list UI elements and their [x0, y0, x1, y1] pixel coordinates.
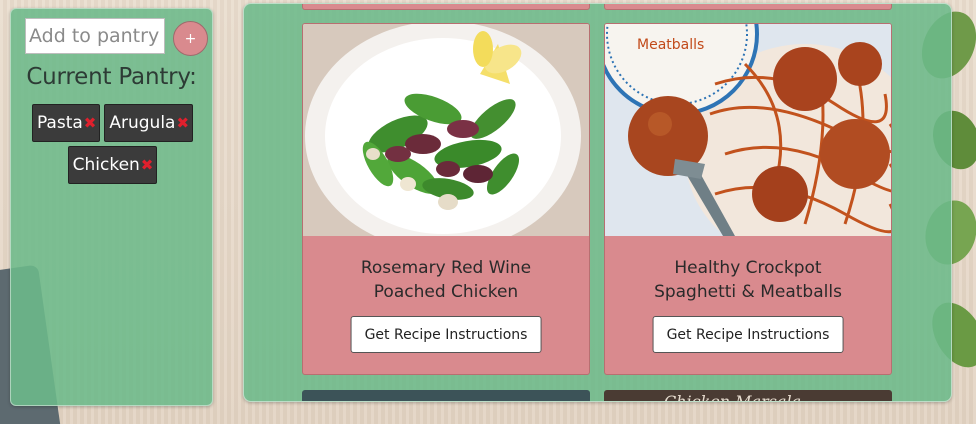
pantry-chip[interactable]: Pasta ✖ — [31, 104, 101, 142]
pantry-chip-label: Arugula — [109, 113, 176, 133]
pantry-chip[interactable]: Arugula ✖ — [104, 104, 194, 142]
recipe-card: Meatballs Healthy Crockpot Spaghetti & M… — [604, 23, 892, 375]
recipe-card: Rosemary Red Wine Poached Chicken Get Re… — [302, 23, 590, 375]
recipe-card-partial — [302, 390, 590, 401]
recipe-card-partial — [302, 4, 590, 10]
recipe-image: Meatballs — [605, 24, 891, 236]
recipe-title: Healthy Crockpot Spaghetti & Meatballs — [654, 258, 842, 302]
get-recipe-button[interactable]: Get Recipe Instructions — [350, 316, 542, 353]
image-caption: Chicken Marsala — [664, 392, 801, 402]
remove-icon[interactable]: ✖ — [176, 114, 189, 132]
image-caption: Meatballs — [637, 37, 704, 53]
recipe-image — [303, 24, 589, 236]
pantry-chip-label: Chicken — [72, 155, 140, 175]
pantry-chip[interactable]: Chicken ✖ — [67, 146, 158, 184]
add-pantry-item-button[interactable]: + — [173, 21, 208, 56]
recipe-card-partial: Chicken Marsala — [604, 390, 892, 402]
pantry-input[interactable] — [25, 18, 165, 54]
get-recipe-button[interactable]: Get Recipe Instructions — [652, 316, 844, 353]
recipe-card-partial — [604, 4, 892, 10]
pantry-title: Current Pantry: — [26, 64, 197, 90]
pantry-sidebar: + Current Pantry: Pasta ✖ Arugula ✖ Chic… — [10, 8, 213, 406]
pantry-items: Pasta ✖ Arugula ✖ Chicken ✖ — [25, 104, 200, 184]
remove-icon[interactable]: ✖ — [84, 114, 97, 132]
recipe-title: Rosemary Red Wine Poached Chicken — [360, 258, 532, 302]
remove-icon[interactable]: ✖ — [141, 156, 154, 174]
recipe-panel[interactable]: Rosemary Red Wine Poached Chicken Get Re… — [243, 3, 952, 402]
pantry-chip-label: Pasta — [36, 113, 83, 133]
